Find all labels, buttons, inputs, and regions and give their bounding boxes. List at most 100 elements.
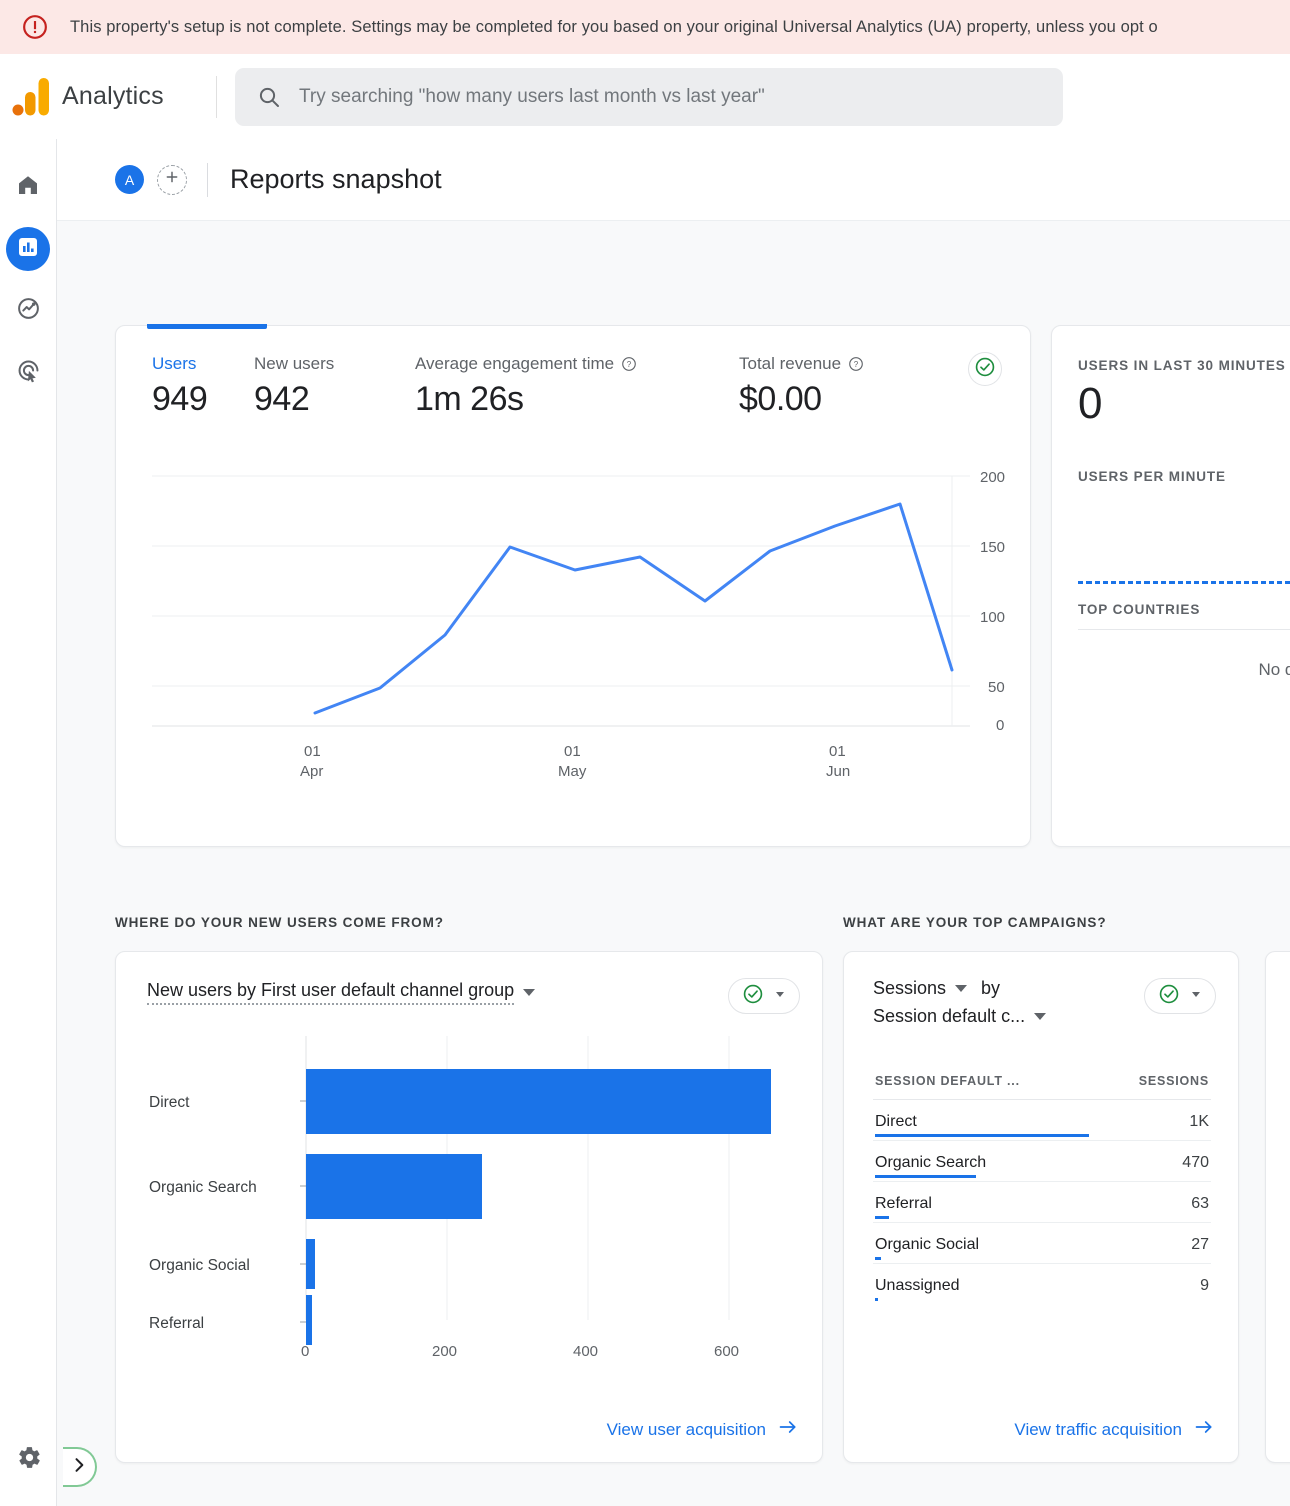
sidebar-item-explore[interactable]: [6, 289, 50, 333]
google-analytics-logo: [12, 77, 50, 117]
view-link-label: View user acquisition: [606, 1419, 766, 1439]
avatar[interactable]: A: [115, 165, 144, 194]
view-traffic-acquisition-link[interactable]: View traffic acquisition: [1014, 1417, 1214, 1442]
settings-gear-button[interactable]: [7, 1438, 51, 1482]
report-scroll-area: Users 949 New users 942 Average engageme…: [57, 221, 1290, 1506]
gear-icon: [17, 1445, 42, 1475]
row-label: Unassigned: [875, 1277, 960, 1294]
search-input[interactable]: Try searching "how many users last month…: [299, 86, 765, 108]
help-icon[interactable]: ?: [621, 356, 637, 372]
acquisition-card-title[interactable]: New users by First user default channel …: [147, 980, 822, 1005]
table-row[interactable]: Unassigned 9: [873, 1264, 1211, 1304]
row-value: 27: [1191, 1236, 1209, 1253]
metric-label: New users: [254, 354, 335, 373]
row-progress-bar: [875, 1257, 881, 1260]
metric-total-revenue[interactable]: Total revenue ? $0.00: [739, 354, 939, 419]
campaigns-metric-row: Sessions by: [873, 978, 1134, 999]
metric-users[interactable]: Users 949: [152, 354, 248, 419]
main-content: A Reports snapshot Users 949 New users 9…: [57, 139, 1290, 1506]
setup-warning-banner: This property's setup is not complete. S…: [0, 0, 1290, 54]
table-row[interactable]: Organic Search 470: [873, 1141, 1211, 1182]
sidebar-item-home[interactable]: [6, 165, 50, 209]
chevron-down-icon[interactable]: [523, 989, 536, 996]
sidebar-item-advertising[interactable]: [6, 351, 50, 395]
search-icon: [257, 85, 281, 109]
plus-icon: [164, 169, 180, 190]
metric-value: 1m 26s: [415, 380, 524, 418]
svg-text:50: 50: [988, 679, 1005, 696]
dimension-select-label[interactable]: Session default c...: [873, 1006, 1025, 1027]
top-countries-no-data: No data: [1258, 660, 1290, 679]
error-circle-icon: [22, 14, 48, 40]
metric-label: Total revenue: [739, 354, 842, 373]
metric-label: Average engagement time: [415, 354, 615, 373]
view-user-acquisition-link[interactable]: View user acquisition: [607, 1417, 798, 1442]
row-progress-bar: [875, 1216, 889, 1219]
left-nav-rail: [0, 139, 57, 1506]
column-header-metric: SESSIONS: [1138, 1074, 1209, 1088]
metric-value: 949: [152, 380, 208, 418]
svg-text:400: 400: [573, 1343, 598, 1360]
arrow-right-icon: [1194, 1417, 1214, 1442]
svg-text:01: 01: [564, 743, 581, 760]
metric-avg-engagement-time[interactable]: Average engagement time ? 1m 26s: [415, 354, 733, 419]
check-circle-icon: [1158, 983, 1180, 1010]
analytics-brand[interactable]: Analytics: [0, 77, 212, 117]
svg-text:Direct: Direct: [149, 1094, 190, 1111]
advertising-target-icon: [16, 358, 41, 388]
campaigns-dimension-row: Session default c...: [873, 1006, 1134, 1027]
table-row[interactable]: Referral 63: [873, 1182, 1211, 1223]
chevron-down-icon[interactable]: [774, 987, 786, 1005]
metric-select-label[interactable]: Sessions: [873, 978, 946, 999]
search-bar[interactable]: Try searching "how many users last month…: [235, 67, 1063, 126]
realtime-users-value: 0: [1078, 379, 1102, 428]
page-header: A Reports snapshot: [57, 139, 1290, 221]
svg-text:0: 0: [301, 1343, 309, 1360]
topbar-divider: [216, 75, 217, 118]
row-value: 63: [1191, 1195, 1209, 1212]
acquisition-insights-button[interactable]: [728, 978, 800, 1014]
chevron-right-icon: [69, 1455, 89, 1480]
metric-value: 942: [254, 380, 310, 418]
chevron-down-icon[interactable]: [1034, 1013, 1047, 1020]
sidebar-item-reports[interactable]: [6, 227, 50, 271]
table-row[interactable]: Organic Social 27: [873, 1223, 1211, 1264]
overview-card: Users 949 New users 942 Average engageme…: [115, 324, 1031, 847]
svg-text:May: May: [558, 763, 587, 780]
insights-button[interactable]: [968, 352, 1002, 386]
chevron-down-icon[interactable]: [1190, 987, 1202, 1005]
section-title-acquisition: WHERE DO YOUR NEW USERS COME FROM?: [115, 915, 444, 930]
brand-label: Analytics: [62, 82, 164, 110]
svg-text:01: 01: [829, 743, 846, 760]
chevron-down-icon[interactable]: [955, 985, 968, 992]
explore-trend-icon: [16, 296, 41, 326]
top-campaigns-card: Sessions by Session default c... SESSION…: [843, 951, 1239, 1463]
metric-new-users[interactable]: New users 942: [254, 354, 409, 419]
svg-text:600: 600: [714, 1343, 739, 1360]
section-title-campaigns: WHAT ARE YOUR TOP CAMPAIGNS?: [843, 915, 1107, 930]
table-row[interactable]: Direct 1K: [873, 1100, 1211, 1141]
view-link-label: View traffic acquisition: [1014, 1419, 1182, 1439]
arrow-right-icon: [778, 1417, 798, 1442]
campaigns-insights-button[interactable]: [1144, 978, 1216, 1014]
bar-chart-icon: [16, 235, 40, 264]
by-label: by: [981, 978, 1001, 998]
header-divider: [207, 162, 208, 197]
check-circle-icon: [974, 356, 996, 383]
svg-text:0: 0: [996, 717, 1004, 734]
users-per-minute-sparkline: [1078, 526, 1290, 584]
row-label: Direct: [875, 1113, 917, 1130]
realtime-divider: [1078, 629, 1290, 630]
add-comparison-button[interactable]: [157, 164, 187, 195]
row-label: Referral: [875, 1195, 932, 1212]
svg-text:Organic Social: Organic Social: [149, 1257, 250, 1274]
card-title-dimension: New users by First user default channel …: [147, 980, 515, 1005]
help-icon[interactable]: ?: [848, 356, 864, 372]
svg-text:Referral: Referral: [149, 1315, 204, 1332]
home-icon: [16, 173, 40, 202]
svg-text:?: ?: [627, 360, 632, 369]
users-over-time-line-chart: 200 150 100 50 0 01 Apr 01 May 01 Jun: [152, 464, 1022, 784]
realtime-card: USERS IN LAST 30 MINUTES 0 USERS PER MIN…: [1051, 325, 1290, 847]
svg-text:150: 150: [980, 539, 1005, 556]
metric-label-wrap: Total revenue ?: [739, 354, 939, 374]
